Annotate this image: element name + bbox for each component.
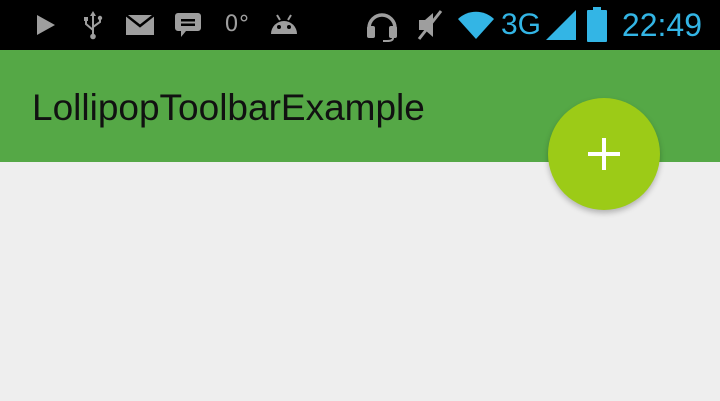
signal-icon: [544, 0, 578, 50]
toolbar-title: LollipopToolbarExample: [32, 87, 425, 128]
play-icon: [34, 0, 58, 50]
battery-icon: [585, 0, 609, 50]
network-type-label: 3G: [500, 8, 542, 41]
headset-icon: [364, 0, 400, 50]
usb-icon: [80, 0, 106, 50]
android-icon: [268, 0, 300, 50]
mail-icon: [124, 0, 156, 50]
add-fab-button[interactable]: [548, 98, 660, 210]
plus-icon: [584, 134, 624, 174]
temperature-label: 0°: [224, 12, 250, 37]
clock: 22:49: [621, 7, 702, 43]
mute-icon: [414, 0, 446, 50]
wifi-icon: [456, 0, 496, 50]
chat-icon: [173, 0, 203, 50]
status-bar: 0° 3G 22:49: [0, 0, 720, 50]
